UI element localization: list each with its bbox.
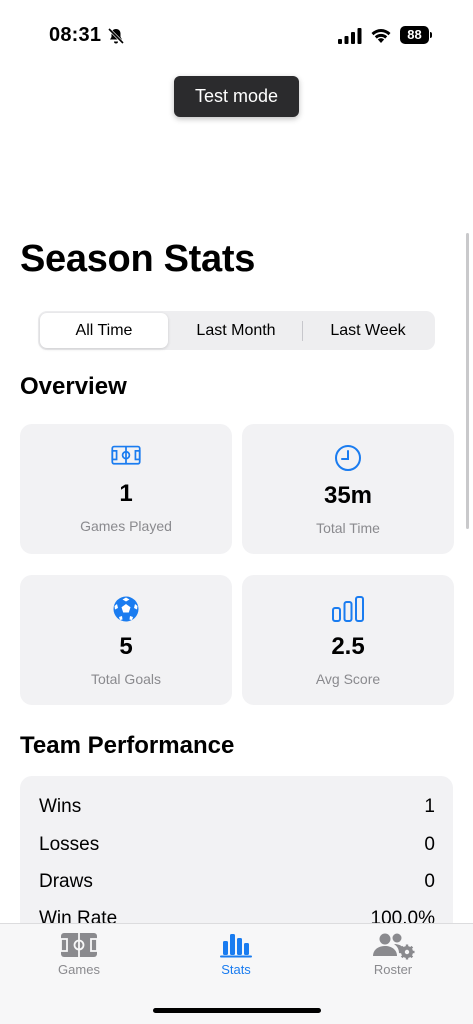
wifi-icon <box>371 29 391 43</box>
clock-icon <box>335 445 361 471</box>
stat-card-total-goals: 5 Total Goals <box>20 575 232 705</box>
row-value: 1 <box>424 796 435 817</box>
stats-icon <box>220 934 252 958</box>
tab-games[interactable]: Games <box>29 932 129 992</box>
stat-label: Total Time <box>316 520 380 536</box>
battery-level: 88 <box>400 26 429 44</box>
bell-slash-icon <box>107 27 125 45</box>
list-item: Losses 0 <box>39 834 435 860</box>
stat-label: Total Goals <box>90 671 162 687</box>
stat-value: 5 <box>119 633 133 660</box>
stat-value: 1 <box>119 480 133 507</box>
page-title: Season Stats <box>20 238 256 280</box>
battery-icon: 88 <box>400 26 432 44</box>
stat-value: 35m <box>323 482 373 509</box>
row-label: Losses <box>39 834 100 855</box>
row-value: 0 <box>424 834 435 855</box>
row-label: Wins <box>39 796 82 817</box>
scroll-indicator[interactable] <box>466 233 469 529</box>
signal-icon <box>338 28 362 44</box>
tab-roster[interactable]: Roster <box>343 932 443 992</box>
stat-card-avg-score: 2.5 Avg Score <box>242 575 454 705</box>
filter-all-time[interactable]: All Time <box>40 313 168 348</box>
list-item: Draws 0 <box>39 871 435 897</box>
tab-stats[interactable]: Stats <box>186 932 286 992</box>
stat-label: Avg Score <box>315 671 381 687</box>
row-label: Draws <box>39 871 93 892</box>
soccer-ball-icon <box>113 596 139 622</box>
filter-last-month[interactable]: Last Month <box>170 313 302 348</box>
status-bar: 08:31 88 <box>0 0 473 70</box>
stat-card-games-played: 1 Games Played <box>20 424 232 554</box>
field-icon <box>111 445 141 465</box>
field-icon <box>60 933 98 957</box>
tab-label: Roster <box>373 962 413 977</box>
overview-title: Overview <box>20 373 127 400</box>
list-item: Wins 1 <box>39 796 435 822</box>
filter-last-week[interactable]: Last Week <box>303 313 433 348</box>
stat-value: 2.5 <box>331 633 365 660</box>
test-mode-badge: Test mode <box>174 76 299 117</box>
stat-card-total-time: 35m Total Time <box>242 424 454 554</box>
status-time: 08:31 <box>49 24 102 46</box>
home-indicator <box>153 1008 321 1013</box>
team-performance-title: Team Performance <box>20 732 235 759</box>
tab-label: Stats <box>221 962 251 977</box>
row-value: 0 <box>424 871 435 892</box>
tab-label: Games <box>58 962 100 977</box>
bar-chart-icon <box>332 596 364 622</box>
stat-label: Games Played <box>80 518 172 534</box>
roster-icon <box>373 933 415 960</box>
time-filter-segmented-control[interactable]: All Time Last Month Last Week <box>38 311 435 350</box>
